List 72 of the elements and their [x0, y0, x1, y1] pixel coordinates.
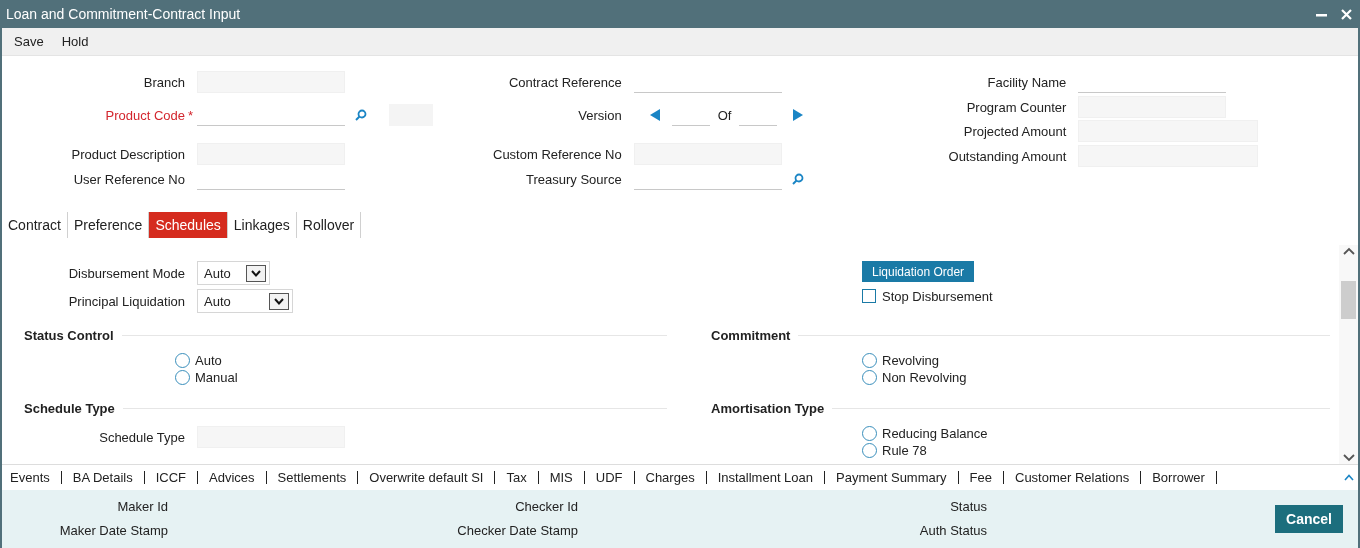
subsystem-link[interactable]: Tax	[506, 470, 527, 485]
section-title: Commitment	[711, 327, 791, 343]
subsystem-link[interactable]: Settlements	[277, 470, 347, 485]
checkbox-label: Stop Disbursement	[882, 288, 993, 304]
field-label: Outstanding Amount	[947, 148, 1068, 164]
menu-item[interactable]: Hold	[61, 34, 89, 49]
field-label: Custom Reference No	[492, 146, 623, 162]
audit-label: Status	[949, 499, 987, 515]
field-label: Product Description	[70, 146, 186, 162]
subsystem-link[interactable]: ICCF	[155, 470, 187, 485]
chevron-down-icon	[274, 297, 284, 305]
field-label: Product Code	[105, 107, 185, 123]
subsystem-link[interactable]: UDF	[595, 470, 623, 485]
subsystem-link[interactable]: Customer Relations	[1015, 470, 1130, 485]
subsystem-link[interactable]: Advices	[209, 470, 255, 485]
radio-label: Manual	[195, 370, 238, 385]
radio-label: Reducing Balance	[882, 426, 988, 441]
field-label: Disbursement Mode	[67, 265, 186, 281]
field-label: Contract Reference	[507, 74, 623, 90]
field-label: User Reference No	[72, 171, 186, 187]
of-label: Of	[717, 107, 732, 123]
subsystem-link[interactable]: Events	[10, 470, 50, 485]
subsystem-link[interactable]: Payment Summary	[836, 470, 947, 485]
section-title: Amortisation Type	[711, 400, 825, 416]
subsystem-link[interactable]: Installment Loan	[717, 470, 814, 485]
radio-label: Rule 78	[882, 443, 927, 458]
radio-label: Auto	[195, 353, 222, 368]
required-mark: *	[188, 107, 195, 123]
previous-icon[interactable]	[649, 109, 660, 121]
scroll-up-icon[interactable]	[1342, 247, 1355, 255]
window-title: Loan and Commitment-Contract Input	[6, 6, 242, 22]
search-icon[interactable]	[791, 173, 804, 185]
field-label: Facility Name	[986, 74, 1068, 90]
field-label: Principal Liquidation	[67, 293, 186, 309]
audit-label: Maker Id	[116, 499, 168, 515]
menu-item[interactable]: Save	[14, 34, 44, 49]
subsystem-link[interactable]: Fee	[969, 470, 992, 485]
tab[interactable]: Contract	[2, 212, 68, 238]
radio-label: Non Revolving	[882, 370, 967, 385]
field-label: Treasury Source	[525, 171, 623, 187]
tab[interactable]: Schedules	[149, 212, 228, 238]
radio-label: Revolving	[882, 353, 940, 368]
tab[interactable]: Linkages	[227, 212, 297, 238]
subsystem-link[interactable]: Borrower	[1152, 470, 1205, 485]
audit-label: Auth Status	[918, 523, 987, 539]
audit-label: Checker Date Stamp	[456, 523, 578, 539]
dropdown[interactable]: Auto	[197, 289, 293, 313]
field-label: Program Counter	[965, 99, 1068, 115]
checkbox[interactable]	[862, 289, 876, 303]
next-icon[interactable]	[793, 109, 804, 121]
audit-label: Checker Id	[514, 499, 578, 515]
chevron-down-icon	[251, 269, 261, 277]
close-icon[interactable]	[1341, 8, 1352, 20]
audit-label: Maker Date Stamp	[58, 523, 168, 539]
subsystem-link[interactable]: MIS	[549, 470, 573, 485]
caret-up-icon[interactable]	[1344, 474, 1354, 481]
section-title: Status Control	[24, 327, 114, 343]
liquidation-order-button[interactable]: Liquidation Order	[862, 261, 975, 282]
subsystem-link[interactable]: BA Details	[72, 470, 133, 485]
field-label: Schedule Type	[98, 429, 186, 445]
dropdown[interactable]: Auto	[197, 261, 270, 285]
section-title: Schedule Type	[24, 400, 115, 416]
field-label: Branch	[142, 74, 186, 90]
field-label: Projected Amount	[962, 123, 1068, 139]
subsystem-link[interactable]: Overwrite default SI	[369, 470, 484, 485]
field-label: Version	[577, 107, 623, 123]
scroll-down-icon[interactable]	[1342, 454, 1355, 462]
scrollbar-thumb[interactable]	[1341, 280, 1356, 319]
tab[interactable]: Rollover	[296, 212, 362, 238]
cancel-button[interactable]: Cancel	[1275, 505, 1343, 533]
subsystem-link[interactable]: Charges	[645, 470, 695, 485]
search-icon[interactable]	[355, 109, 367, 121]
